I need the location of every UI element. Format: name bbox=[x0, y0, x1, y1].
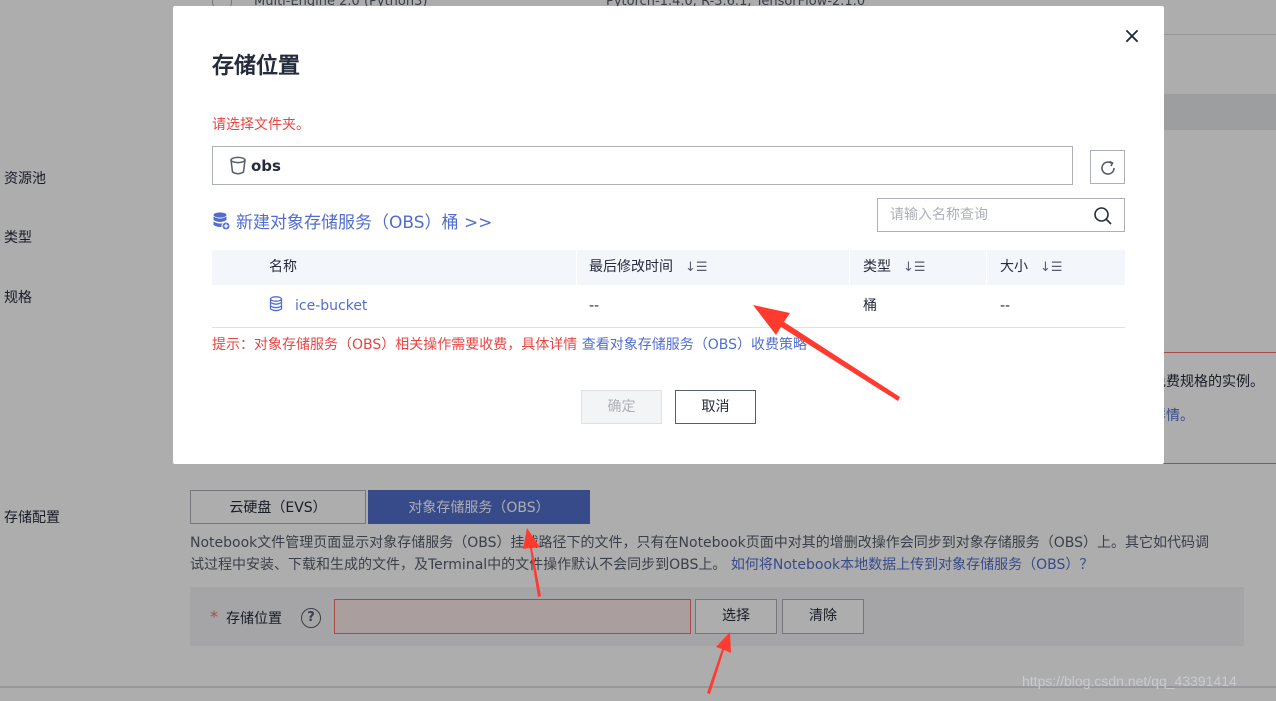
col-size[interactable]: 大小 ↓☰ bbox=[1000, 250, 1063, 285]
file-table: 名称 最后修改时间 ↓☰ 类型 ↓☰ 大小 ↓☰ ice-bucket -- 桶 -- bbox=[212, 250, 1125, 328]
search-input[interactable] bbox=[890, 205, 1080, 225]
cancel-button[interactable]: 取消 bbox=[675, 390, 756, 424]
refresh-icon bbox=[1101, 160, 1115, 175]
path-breadcrumb[interactable]: obs bbox=[212, 146, 1073, 185]
database-icon bbox=[269, 296, 283, 312]
sort-icon[interactable]: ↓☰ bbox=[903, 250, 926, 285]
new-bucket-link[interactable]: 新建对象存储服务（OBS）桶 >> bbox=[212, 208, 492, 233]
confirm-button[interactable]: 确定 bbox=[581, 390, 662, 424]
size-cell: -- bbox=[1000, 298, 1011, 314]
close-icon[interactable]: × bbox=[1121, 26, 1143, 48]
col-type[interactable]: 类型 ↓☰ bbox=[863, 250, 926, 285]
table-header: 名称 最后修改时间 ↓☰ 类型 ↓☰ 大小 ↓☰ bbox=[212, 250, 1125, 285]
sort-icon[interactable]: ↓☰ bbox=[685, 250, 708, 285]
table-row[interactable]: ice-bucket -- 桶 -- bbox=[212, 285, 1125, 328]
modified-cell: -- bbox=[589, 298, 600, 314]
refresh-button[interactable] bbox=[1090, 150, 1125, 184]
watermark: https://blog.csdn.net/qq_43391414 bbox=[1022, 673, 1237, 689]
bucket-name-cell[interactable]: ice-bucket bbox=[269, 285, 367, 328]
billing-policy-link[interactable]: 查看对象存储服务（OBS）收费策略 bbox=[582, 337, 807, 353]
new-bucket-text: 新建对象存储服务（OBS）桶 >> bbox=[236, 213, 493, 233]
billing-tip-text: 提示：对象存储服务（OBS）相关操作需要收费，具体详情 bbox=[212, 337, 578, 353]
search-icon[interactable] bbox=[1093, 206, 1113, 226]
sort-icon[interactable]: ↓☰ bbox=[1040, 250, 1063, 285]
bucket-icon bbox=[230, 156, 246, 175]
storage-location-dialog: 存储位置 × 请选择文件夹。 obs 新建对象存储服务（OBS）桶 >> 请输入… bbox=[173, 6, 1164, 464]
dialog-hint: 请选择文件夹。 bbox=[212, 117, 310, 133]
col-modified[interactable]: 最后修改时间 ↓☰ bbox=[589, 250, 708, 285]
path-text: obs bbox=[251, 157, 281, 175]
dialog-title: 存储位置 bbox=[212, 54, 301, 79]
name-search bbox=[877, 198, 1125, 232]
billing-tip: 提示：对象存储服务（OBS）相关操作需要收费，具体详情 查看对象存储服务（OBS… bbox=[212, 334, 807, 354]
type-cell: 桶 bbox=[863, 298, 877, 314]
database-icon bbox=[213, 212, 230, 231]
col-name: 名称 bbox=[269, 259, 297, 275]
